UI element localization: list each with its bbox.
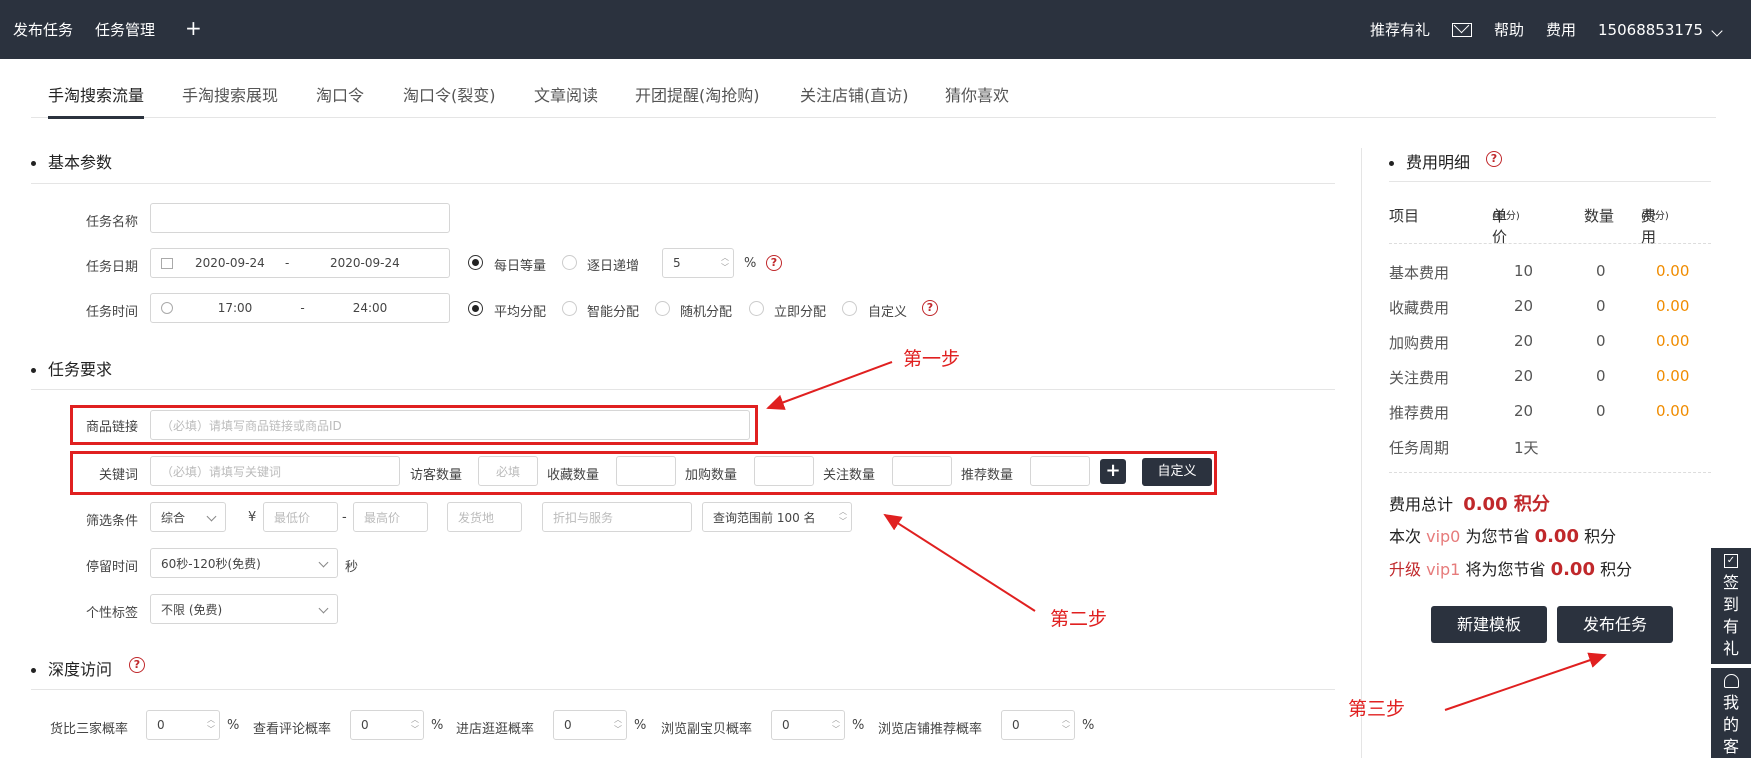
step1-arrow [766, 361, 893, 410]
step3-arrow [1444, 652, 1607, 711]
step2-annotation: 第二步 [1050, 608, 1108, 630]
annotation-arrows [766, 361, 1607, 711]
step3-annotation: 第三步 [1348, 698, 1406, 720]
step1-annotation: 第一步 [903, 348, 961, 370]
step2-arrow [883, 513, 1036, 612]
